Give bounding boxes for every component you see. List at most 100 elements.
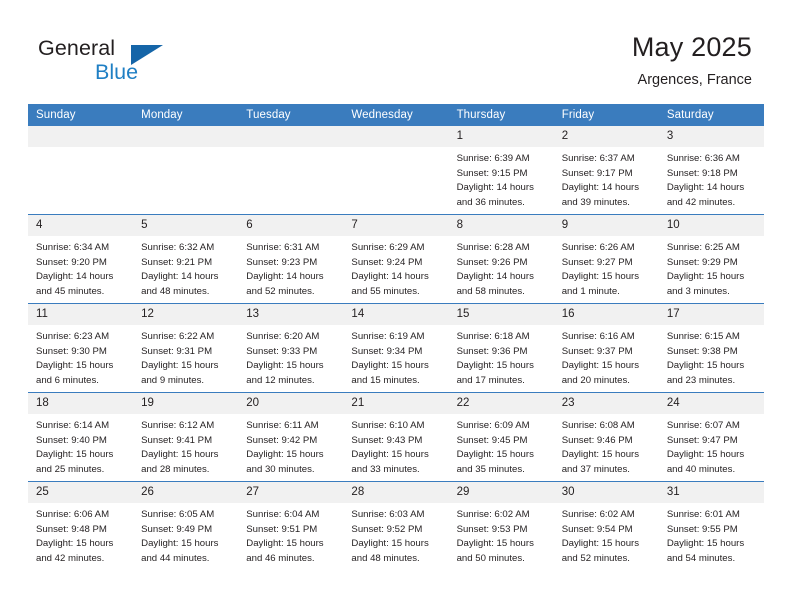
calendar-day-cell[interactable]: 2 Sunrise: 6:37 AM Sunset: 9:17 PM Daylight…	[553, 126, 659, 215]
sunset-text: Sunset: 9:45 PM	[456, 434, 528, 446]
daylight-text: and 25 minutes.	[36, 463, 105, 475]
sunrise-text: Sunrise: 6:20 AM	[246, 331, 320, 342]
calendar-day-cell[interactable]: 9 Sunrise: 6:26 AM Sunset: 9:27 PM Daylight…	[553, 214, 659, 304]
calendar-day-cell[interactable]: 6 Sunrise: 6:31 AM Sunset: 9:23 PM Daylight…	[238, 214, 344, 304]
day-details: Sunrise: 6:26 AM Sunset: 9:27 PM Daylight:…	[554, 236, 659, 299]
day-number: 22	[448, 393, 554, 414]
sunset-text: Sunset: 9:24 PM	[351, 256, 423, 268]
sunrise-text: Sunrise: 6:34 AM	[36, 242, 110, 253]
calendar-day-cell[interactable]: 12 Sunrise: 6:22 AM Sunset: 9:31 PM Dayligh…	[133, 303, 239, 393]
day-details: Sunrise: 6:34 AM Sunset: 9:20 PM Daylight:…	[28, 236, 133, 299]
calendar-day-cell[interactable]: 22 Sunrise: 6:09 AM Sunset: 9:45 PM Dayligh…	[448, 392, 554, 482]
day-details: Sunrise: 6:07 AM Sunset: 9:47 PM Daylight:…	[659, 414, 764, 477]
calendar-day-cell[interactable]: 19 Sunrise: 6:12 AM Sunset: 9:41 PM Dayligh…	[133, 392, 239, 482]
calendar-day-cell[interactable]: 7 Sunrise: 6:29 AM Sunset: 9:24 PM Daylight…	[343, 214, 449, 304]
sunrise-text: Sunrise: 6:22 AM	[141, 331, 215, 342]
daylight-text: and 42 minutes.	[666, 196, 736, 208]
calendar-day-cell[interactable]: 26 Sunrise: 6:05 AM Sunset: 9:49 PM Dayligh…	[133, 481, 239, 570]
calendar-day-cell-empty	[28, 126, 134, 215]
calendar-day-cell[interactable]: 31 Sunrise: 6:01 AM Sunset: 9:55 PM Dayligh…	[658, 481, 764, 570]
day-number	[133, 126, 239, 147]
calendar-day-cell[interactable]: 27 Sunrise: 6:04 AM Sunset: 9:51 PM Dayligh…	[238, 481, 344, 570]
sunrise-text: Sunrise: 6:26 AM	[561, 242, 635, 253]
sunrise-text: Sunrise: 6:12 AM	[141, 420, 215, 431]
logo-word-general: General	[38, 36, 116, 60]
sunset-text: Sunset: 9:15 PM	[456, 167, 528, 179]
sunset-text: Sunset: 9:52 PM	[351, 523, 423, 535]
sunrise-text: Sunrise: 6:14 AM	[36, 420, 110, 431]
sunrise-text: Sunrise: 6:29 AM	[351, 242, 425, 253]
calendar-day-cell[interactable]: 23 Sunrise: 6:08 AM Sunset: 9:46 PM Dayligh…	[553, 392, 659, 482]
weekday-header-sunday: Sunday	[28, 104, 134, 126]
sunrise-text: Sunrise: 6:09 AM	[456, 420, 530, 431]
day-details: Sunrise: 6:12 AM Sunset: 9:41 PM Daylight:…	[133, 414, 238, 477]
sunrise-text: Sunrise: 6:10 AM	[351, 420, 425, 431]
calendar-week-row: 25 Sunrise: 6:06 AM Sunset: 9:48 PM Dayligh…	[28, 481, 764, 570]
day-number: 13	[238, 304, 344, 325]
calendar-day-cell[interactable]: 13 Sunrise: 6:20 AM Sunset: 9:33 PM Dayligh…	[238, 303, 344, 393]
calendar-day-cell[interactable]: 18 Sunrise: 6:14 AM Sunset: 9:40 PM Dayligh…	[28, 392, 134, 482]
calendar-day-cell[interactable]: 14 Sunrise: 6:19 AM Sunset: 9:34 PM Dayligh…	[343, 303, 449, 393]
day-number: 16	[553, 304, 659, 325]
sunrise-text: Sunrise: 6:36 AM	[666, 153, 740, 164]
day-details: Sunrise: 6:11 AM Sunset: 9:42 PM Daylight:…	[238, 414, 343, 477]
daylight-text: Daylight: 14 hours	[456, 182, 534, 194]
calendar-day-cell[interactable]: 30 Sunrise: 6:02 AM Sunset: 9:54 PM Dayligh…	[553, 481, 659, 570]
calendar-body: 1 Sunrise: 6:39 AM Sunset: 9:15 PM Daylight…	[28, 126, 764, 570]
day-number: 20	[238, 393, 344, 414]
calendar-day-cell[interactable]: 8 Sunrise: 6:28 AM Sunset: 9:26 PM Daylight…	[448, 214, 554, 304]
daylight-text: and 6 minutes.	[36, 374, 99, 386]
sunrise-text: Sunrise: 6:19 AM	[351, 331, 425, 342]
calendar-day-cell[interactable]: 1 Sunrise: 6:39 AM Sunset: 9:15 PM Daylight…	[448, 126, 554, 215]
daylight-text: and 17 minutes.	[456, 374, 525, 386]
day-number: 8	[448, 215, 554, 236]
sunset-text: Sunset: 9:54 PM	[561, 523, 633, 535]
daylight-text: Daylight: 14 hours	[36, 271, 114, 283]
sunset-text: Sunset: 9:17 PM	[561, 167, 633, 179]
daylight-text: and 15 minutes.	[351, 374, 420, 386]
sunset-text: Sunset: 9:40 PM	[36, 434, 107, 446]
day-details: Sunrise: 6:31 AM Sunset: 9:23 PM Daylight:…	[238, 236, 343, 299]
daylight-text: Daylight: 15 hours	[561, 538, 640, 550]
calendar-day-cell[interactable]: 17 Sunrise: 6:15 AM Sunset: 9:38 PM Dayligh…	[658, 303, 764, 393]
day-details: Sunrise: 6:32 AM Sunset: 9:21 PM Daylight:…	[133, 236, 238, 299]
daylight-text: and 9 minutes.	[141, 374, 205, 386]
calendar-day-cell[interactable]: 16 Sunrise: 6:16 AM Sunset: 9:37 PM Dayligh…	[553, 303, 659, 393]
calendar-day-cell[interactable]: 25 Sunrise: 6:06 AM Sunset: 9:48 PM Dayligh…	[28, 481, 134, 570]
day-number	[238, 126, 344, 147]
calendar-day-cell[interactable]: 10 Sunrise: 6:25 AM Sunset: 9:29 PM Dayligh…	[658, 214, 764, 304]
day-number: 15	[448, 304, 554, 325]
calendar-day-cell[interactable]: 29 Sunrise: 6:02 AM Sunset: 9:53 PM Dayligh…	[448, 481, 554, 570]
daylight-text: and 20 minutes.	[561, 374, 630, 386]
calendar-day-cell[interactable]: 20 Sunrise: 6:11 AM Sunset: 9:42 PM Dayligh…	[238, 392, 344, 482]
calendar-day-cell[interactable]: 28 Sunrise: 6:03 AM Sunset: 9:52 PM Dayligh…	[343, 481, 449, 570]
day-number: 2	[553, 126, 659, 147]
day-number: 27	[238, 482, 344, 503]
calendar-page: General Blue May 2025 Argences, France S…	[0, 0, 792, 612]
calendar-day-cell[interactable]: 24 Sunrise: 6:07 AM Sunset: 9:47 PM Dayligh…	[658, 392, 764, 482]
sunrise-text: Sunrise: 6:02 AM	[561, 509, 635, 520]
calendar-day-cell-empty	[343, 126, 449, 215]
calendar-week-row: 11 Sunrise: 6:23 AM Sunset: 9:30 PM Dayligh…	[28, 303, 764, 393]
daylight-text: and 48 minutes.	[141, 285, 210, 297]
day-number: 28	[343, 482, 449, 503]
daylight-text: and 52 minutes.	[561, 552, 630, 564]
day-details: Sunrise: 6:20 AM Sunset: 9:33 PM Daylight:…	[238, 325, 343, 388]
calendar-day-cell[interactable]: 15 Sunrise: 6:18 AM Sunset: 9:36 PM Dayligh…	[448, 303, 554, 393]
day-number: 6	[238, 215, 344, 236]
calendar-day-cell[interactable]: 3 Sunrise: 6:36 AM Sunset: 9:18 PM Daylight…	[658, 126, 764, 215]
calendar-day-cell[interactable]: 5 Sunrise: 6:32 AM Sunset: 9:21 PM Daylight…	[133, 214, 239, 304]
sunset-text: Sunset: 9:18 PM	[666, 167, 738, 179]
calendar-day-cell[interactable]: 21 Sunrise: 6:10 AM Sunset: 9:43 PM Dayligh…	[343, 392, 449, 482]
daylight-text: and 50 minutes.	[456, 552, 525, 564]
daylight-text: Daylight: 15 hours	[561, 449, 640, 461]
weekday-header-monday: Monday	[133, 104, 239, 126]
calendar-day-cell[interactable]: 11 Sunrise: 6:23 AM Sunset: 9:30 PM Dayligh…	[28, 303, 134, 393]
daylight-text: Daylight: 15 hours	[456, 449, 534, 461]
sunrise-text: Sunrise: 6:39 AM	[456, 153, 530, 164]
sunset-text: Sunset: 9:31 PM	[141, 345, 213, 357]
calendar-week-row: 1 Sunrise: 6:39 AM Sunset: 9:15 PM Daylight…	[28, 126, 764, 215]
daylight-text: and 35 minutes.	[456, 463, 525, 475]
calendar-day-cell[interactable]: 4 Sunrise: 6:34 AM Sunset: 9:20 PM Daylight…	[28, 214, 134, 304]
logo-word-blue: Blue	[95, 60, 139, 84]
